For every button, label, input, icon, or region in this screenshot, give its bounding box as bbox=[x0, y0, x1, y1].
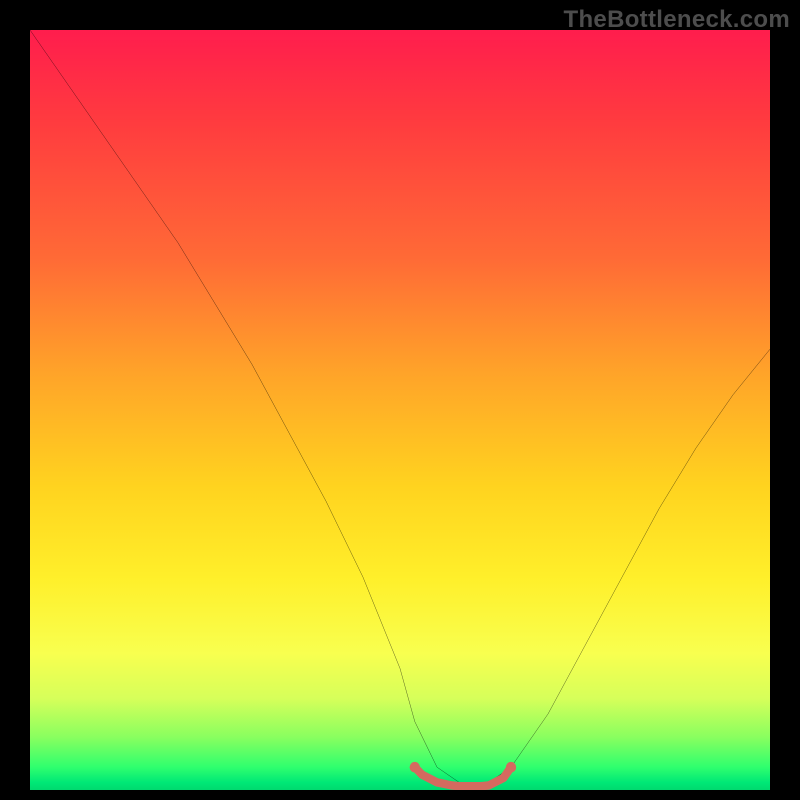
valley-accent-dot-right bbox=[506, 762, 516, 773]
valley-accent-dot-left bbox=[410, 762, 420, 773]
bottleneck-curve-path bbox=[30, 30, 770, 782]
watermark-text: TheBottleneck.com bbox=[564, 6, 790, 34]
valley-accent-path bbox=[415, 767, 511, 786]
app-frame: TheBottleneck.com bbox=[0, 0, 800, 800]
bottleneck-chart bbox=[30, 30, 770, 790]
